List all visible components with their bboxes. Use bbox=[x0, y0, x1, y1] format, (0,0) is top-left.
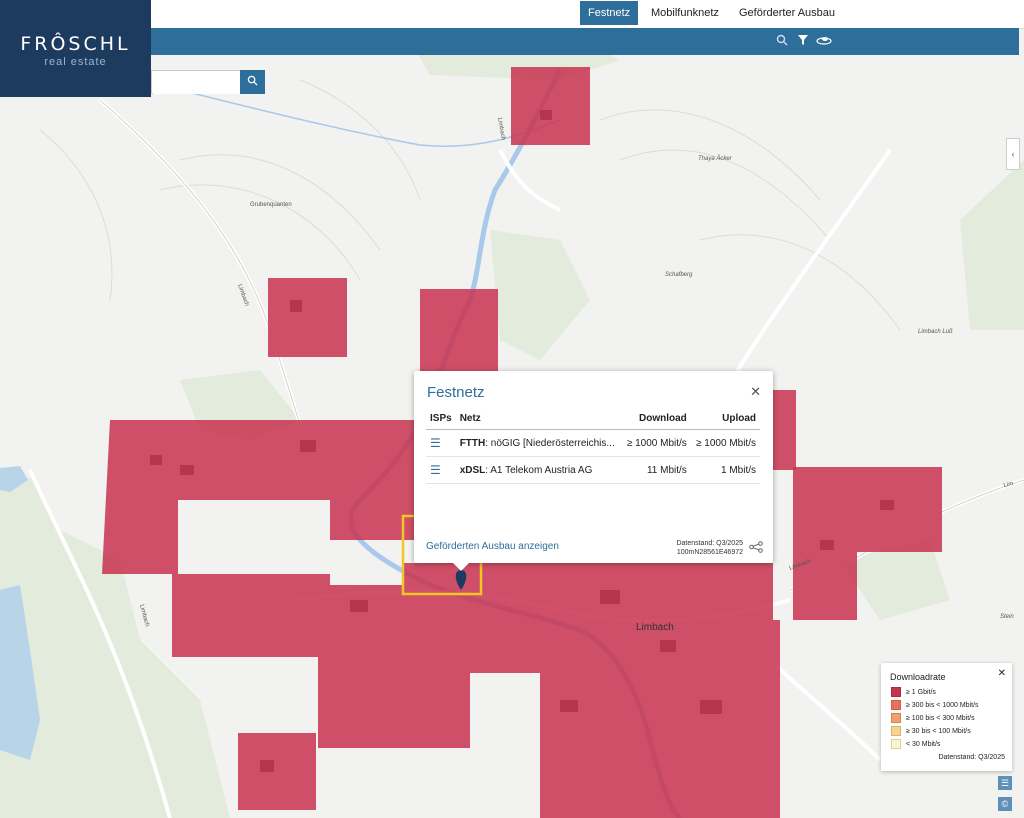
coverage-tile[interactable] bbox=[268, 278, 347, 357]
map-label: Stein bbox=[1000, 614, 1014, 620]
coverage-tile[interactable] bbox=[420, 289, 498, 371]
cell-id: 100mN28561E46972 bbox=[676, 549, 743, 556]
popup-title: Festnetz bbox=[427, 384, 485, 401]
copyright-icon: © bbox=[1001, 799, 1009, 809]
legend-panel: Downloadrate ✕ ≥ 1 Gbit/s ≥ 300 bis < 10… bbox=[881, 663, 1012, 771]
tab-mobilfunknetz[interactable]: Mobilfunknetz bbox=[643, 1, 727, 25]
column-header: Download bbox=[621, 408, 691, 430]
data-date-text: Datenstand: Q3/2025 bbox=[676, 540, 743, 547]
list-icon: ☰ bbox=[1000, 778, 1010, 788]
map-label: Grubenquanten bbox=[250, 202, 292, 208]
share-icon[interactable] bbox=[749, 541, 763, 556]
filter-icon[interactable] bbox=[794, 33, 812, 51]
top-nav: Festnetz Mobilfunknetz Geförderter Ausba… bbox=[0, 0, 1024, 29]
legend-item: ≥ 1 Gbit/s bbox=[891, 687, 936, 697]
legend-swatch bbox=[891, 739, 901, 749]
tab-festnetz[interactable]: Festnetz bbox=[580, 1, 639, 25]
logo-text: FRÔSCHL bbox=[20, 33, 131, 55]
map-label: Thaya Äcker bbox=[698, 155, 733, 162]
download-value: ≥ 1000 Mbit/s bbox=[621, 429, 691, 457]
search-button[interactable] bbox=[240, 70, 265, 94]
brand-logo: FRÔSCHL real estate bbox=[0, 0, 151, 97]
legend-label: < 30 Mbit/s bbox=[906, 740, 941, 748]
legend-swatch bbox=[891, 726, 901, 736]
copyright-button[interactable]: © bbox=[998, 797, 1012, 811]
column-header: Netz bbox=[455, 408, 622, 430]
search-input[interactable] bbox=[153, 72, 242, 94]
legend-label: ≥ 1 Gbit/s bbox=[906, 688, 936, 696]
map-label: Limbach Luß bbox=[918, 329, 953, 335]
legend-item: < 30 Mbit/s bbox=[891, 739, 940, 749]
legend-date: Datenstand: Q3/2025 bbox=[938, 754, 1005, 761]
panel-toggle[interactable]: ‹ bbox=[1006, 138, 1020, 170]
legend-label: ≥ 30 bis < 100 Mbit/s bbox=[906, 727, 971, 735]
coverage-tile[interactable] bbox=[238, 733, 316, 810]
download-value: 11 Mbit/s bbox=[621, 456, 691, 484]
subsidized-expansion-link[interactable]: Geförderten Ausbau anzeigen bbox=[426, 541, 559, 552]
coverage-tile[interactable] bbox=[773, 390, 796, 470]
toolbar bbox=[0, 28, 1019, 55]
coverage-tile[interactable] bbox=[511, 67, 590, 145]
column-header: ISPs bbox=[426, 408, 456, 430]
close-icon[interactable]: ✕ bbox=[750, 384, 761, 400]
tab-gefoerderter-ausbau[interactable]: Geförderter Ausbau bbox=[731, 1, 843, 25]
data-date: Datenstand: Q3/2025 100mN28561E46972 bbox=[676, 539, 743, 557]
tech-label: FTTH bbox=[459, 437, 486, 449]
legend-label: ≥ 100 bis < 300 Mbit/s bbox=[906, 714, 975, 722]
layers-icon[interactable] bbox=[815, 33, 833, 51]
legend-swatch bbox=[891, 713, 901, 723]
search-icon bbox=[247, 75, 258, 86]
provider-table: ISPs Netz Download Upload ☰ FTTH: nöGIG … bbox=[426, 408, 760, 484]
info-popup: Festnetz ✕ ISPs Netz Download Upload ☰ F… bbox=[414, 371, 773, 563]
legend-swatch bbox=[891, 700, 901, 710]
chevron-left-icon: ‹ bbox=[1011, 149, 1015, 159]
upload-value: ≥ 1000 Mbit/s bbox=[690, 429, 760, 457]
legend-title: Downloadrate bbox=[890, 672, 946, 682]
legend-item: ≥ 100 bis < 300 Mbit/s bbox=[891, 713, 975, 723]
tech-label: xDSL bbox=[459, 464, 486, 476]
legend-label: ≥ 300 bis < 1000 Mbit/s bbox=[906, 701, 979, 709]
provider-name: : nöGIG [Niederösterreichis... bbox=[485, 437, 615, 449]
logo-subtext: real estate bbox=[44, 56, 107, 68]
close-icon[interactable]: ✕ bbox=[998, 668, 1006, 679]
table-row: ☰ FTTH: nöGIG [Niederösterreichis... ≥ 1… bbox=[426, 429, 760, 457]
column-header: Upload bbox=[690, 408, 760, 430]
list-icon[interactable]: ☰ bbox=[430, 436, 441, 450]
legend-item: ≥ 300 bis < 1000 Mbit/s bbox=[891, 700, 979, 710]
legend-toggle-button[interactable]: ☰ bbox=[998, 776, 1012, 790]
list-icon[interactable]: ☰ bbox=[430, 463, 441, 477]
map-label: Schafberg bbox=[665, 272, 693, 278]
address-search bbox=[151, 70, 242, 94]
legend-item: ≥ 30 bis < 100 Mbit/s bbox=[891, 726, 971, 736]
search-icon[interactable] bbox=[773, 33, 791, 51]
table-row: ☰ xDSL: A1 Telekom Austria AG 11 Mbit/s … bbox=[426, 456, 760, 484]
upload-value: 1 Mbit/s bbox=[690, 456, 760, 484]
legend-swatch bbox=[891, 687, 901, 697]
town-label: Limbach bbox=[636, 622, 674, 633]
popup-pointer bbox=[452, 562, 470, 571]
provider-name: : A1 Telekom Austria AG bbox=[485, 464, 593, 476]
